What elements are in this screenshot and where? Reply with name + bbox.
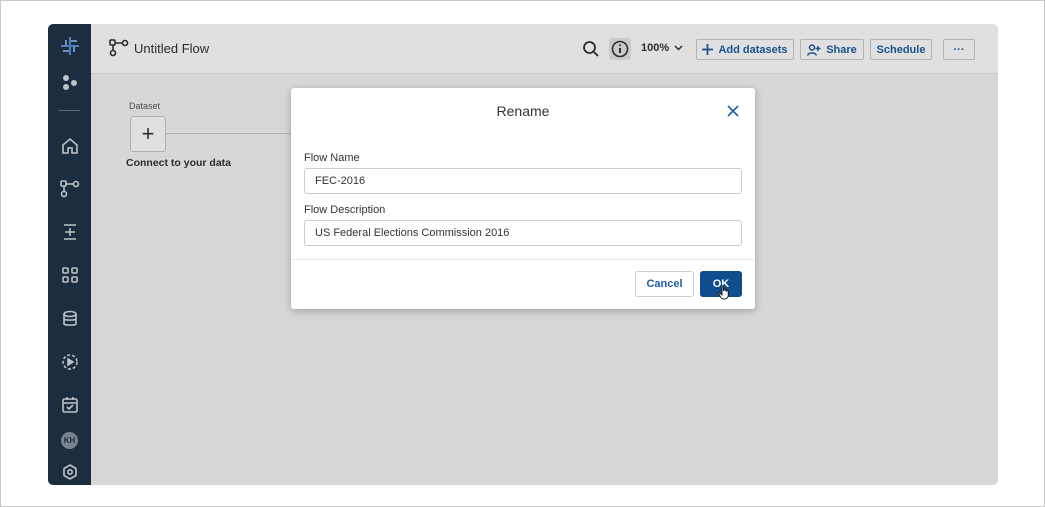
flow-name-input[interactable] [304,168,742,194]
hand-cursor-icon [718,285,730,305]
dialog-divider [291,259,755,260]
app-window: KH Untitled Flow 100% Add datasets Share… [48,24,998,485]
close-icon[interactable] [727,104,741,118]
dialog-title: Rename [496,103,550,119]
page-frame: KH Untitled Flow 100% Add datasets Share… [0,0,1045,507]
rename-dialog: Rename Flow Name Flow Description Cancel… [291,88,755,309]
flow-description-input[interactable] [304,220,742,246]
cancel-button[interactable]: Cancel [635,271,694,297]
flow-name-label: Flow Name [304,152,360,164]
flow-description-label: Flow Description [304,204,386,216]
